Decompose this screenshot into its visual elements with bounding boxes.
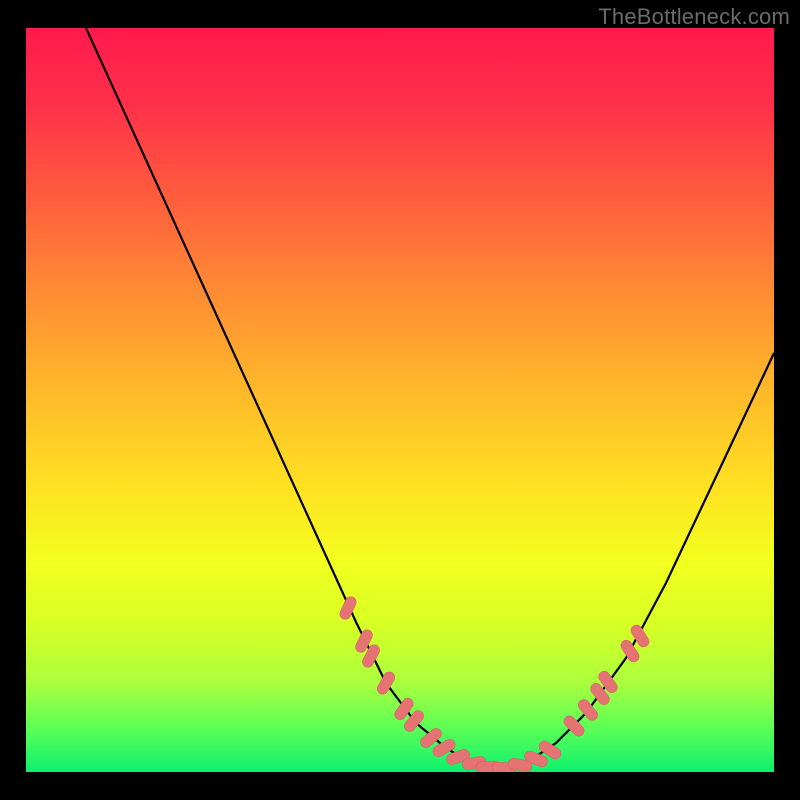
marker-highlight-group bbox=[338, 595, 651, 772]
curve-right-branch bbox=[496, 353, 774, 768]
watermark-text: TheBottleneck.com bbox=[598, 4, 790, 30]
curve-left-branch bbox=[86, 28, 496, 768]
curve-svg bbox=[26, 28, 774, 772]
plot-area bbox=[26, 28, 774, 772]
bottleneck-curve bbox=[86, 28, 774, 768]
chart-frame: TheBottleneck.com bbox=[0, 0, 800, 800]
